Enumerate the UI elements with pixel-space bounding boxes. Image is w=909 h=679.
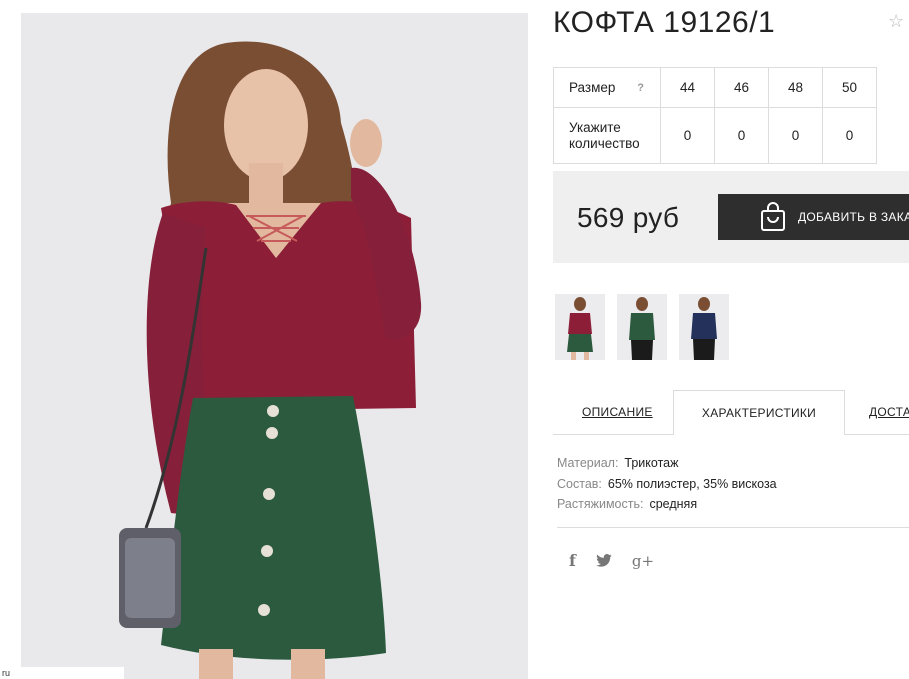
spec-row: Состав: 65% полиэстер, 35% вискоза (557, 474, 777, 495)
quantity-input-46[interactable]: 0 (714, 107, 769, 164)
spec-row: Материал: Трикотаж (557, 453, 777, 474)
product-photo-illustration (21, 13, 528, 679)
tab-description[interactable]: ОПИСАНИЕ (582, 390, 653, 434)
color-thumbnails (555, 294, 741, 360)
edge-fragment-text: ru (0, 667, 124, 679)
size-row: Размер ? 44 46 48 50 (553, 67, 877, 108)
facebook-icon[interactable]: f (569, 551, 576, 570)
price: 569 руб (577, 202, 680, 233)
size-50: 50 (822, 67, 877, 108)
spec-row: Растяжимость: средняя (557, 494, 777, 515)
star-outline-icon[interactable]: ☆ (888, 12, 904, 30)
thumbnail-burgundy[interactable] (555, 294, 605, 360)
social-share: f g+ (569, 551, 674, 570)
product-title: КОФТА 19126/1 (553, 6, 776, 39)
thumbnail-green[interactable] (617, 294, 667, 360)
characteristics-list: Материал: Трикотаж Состав: 65% полиэстер, … (557, 453, 777, 515)
spec-key: Материал: (557, 456, 619, 470)
spec-value: Трикотаж (624, 456, 679, 470)
quantity-row: Укажите количество 0 0 0 0 (553, 107, 877, 164)
quantity-label: Укажите количество (553, 107, 661, 164)
google-plus-icon[interactable]: g+ (632, 552, 654, 570)
size-46: 46 (714, 67, 769, 108)
spec-value: 65% полиэстер, 35% вискоза (607, 476, 777, 491)
quantity-input-44[interactable]: 0 (660, 107, 715, 164)
size-48: 48 (768, 67, 823, 108)
tab-characteristics[interactable]: ХАРАКТЕРИСТИКИ (673, 390, 845, 435)
size-label-cell: Размер ? (553, 67, 661, 108)
product-photo[interactable] (21, 13, 528, 679)
add-to-cart-button[interactable]: ДОБАВИТЬ В ЗАКАЗ (718, 194, 909, 240)
help-icon[interactable]: ? (637, 80, 644, 96)
spec-key: Растяжимость: (557, 497, 644, 511)
thumbnail-navy[interactable] (679, 294, 729, 360)
size-label: Размер (569, 79, 616, 95)
size-44: 44 (660, 67, 715, 108)
shopping-bag-icon (760, 202, 786, 232)
price-box: 569 руб ДОБАВИТЬ В ЗАКАЗ (553, 171, 909, 263)
twitter-icon[interactable] (596, 554, 612, 567)
spec-value: средняя (649, 497, 698, 511)
quantity-input-50[interactable]: 0 (822, 107, 877, 164)
quantity-input-48[interactable]: 0 (768, 107, 823, 164)
spec-key: Состав: (557, 476, 602, 491)
size-table: Размер ? 44 46 48 50 Укажите количество … (553, 67, 877, 164)
section-divider (557, 527, 909, 528)
add-to-cart-label: ДОБАВИТЬ В ЗАКАЗ (798, 210, 909, 224)
tab-delivery[interactable]: ДОСТАВКА (869, 390, 909, 434)
